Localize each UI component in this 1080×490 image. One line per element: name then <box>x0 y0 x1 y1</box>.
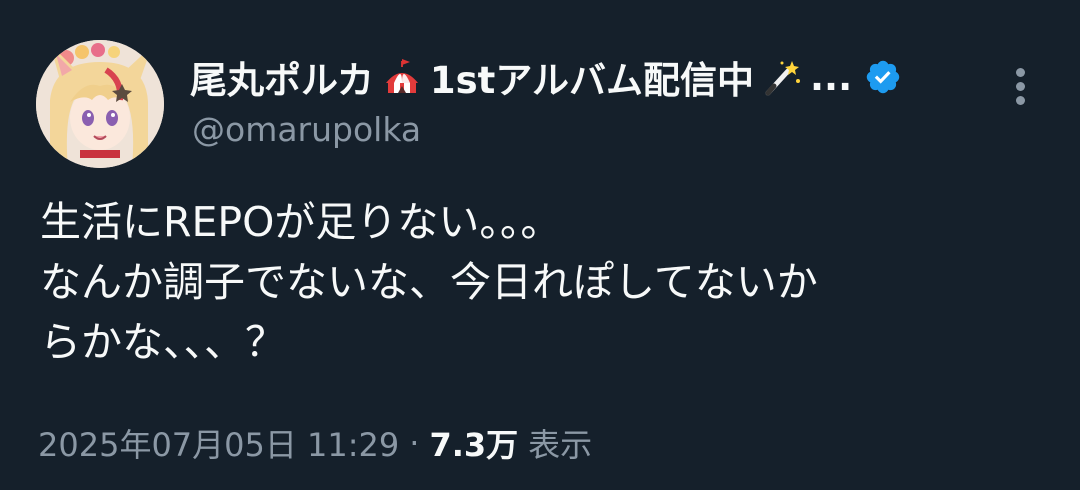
avatar[interactable] <box>36 40 164 168</box>
meta-separator: · <box>409 424 420 462</box>
verified-badge-icon <box>866 60 900 94</box>
views-label: 表示 <box>528 426 593 464</box>
tweet-text-line: なんか調子でないな、今日れぽしてないか <box>40 258 818 306</box>
more-options-icon[interactable] <box>1008 68 1032 112</box>
views-count: 7.3万 <box>429 426 519 464</box>
tweet-meta: 2025年07月05日 11:29 · 7.3万 表示 <box>38 420 592 466</box>
magic-wand-icon <box>765 61 800 96</box>
display-name-ellipsis: ... <box>809 55 853 99</box>
more-dot <box>1015 96 1025 105</box>
author-handle[interactable]: @omarupolka <box>192 110 421 149</box>
more-dot <box>1015 68 1025 77</box>
avatar-image <box>36 40 164 168</box>
tweet-text-line: らかな、、、？ <box>40 318 286 366</box>
tweet-card: 尾丸ポルカ 1stアルバム配信中 ... @omarupolka 生活にREPO… <box>0 0 1080 490</box>
author-display-name[interactable]: 尾丸ポルカ 1stアルバム配信中 ... <box>190 50 902 104</box>
circus-tent-icon <box>385 59 418 93</box>
tweet-text: 生活にREPOが足りない。。。 なんか調子でないな、今日れぽしてないか らかな、… <box>40 192 1050 372</box>
display-name-middle: 1stアルバム配信中 <box>429 59 754 102</box>
more-dot <box>1015 82 1025 91</box>
tweet-timestamp[interactable]: 2025年07月05日 11:29 <box>38 420 399 466</box>
tweet-text-line: 生活にREPOが足りない。。。 <box>40 198 562 246</box>
display-name-prefix: 尾丸ポルカ <box>190 59 374 102</box>
